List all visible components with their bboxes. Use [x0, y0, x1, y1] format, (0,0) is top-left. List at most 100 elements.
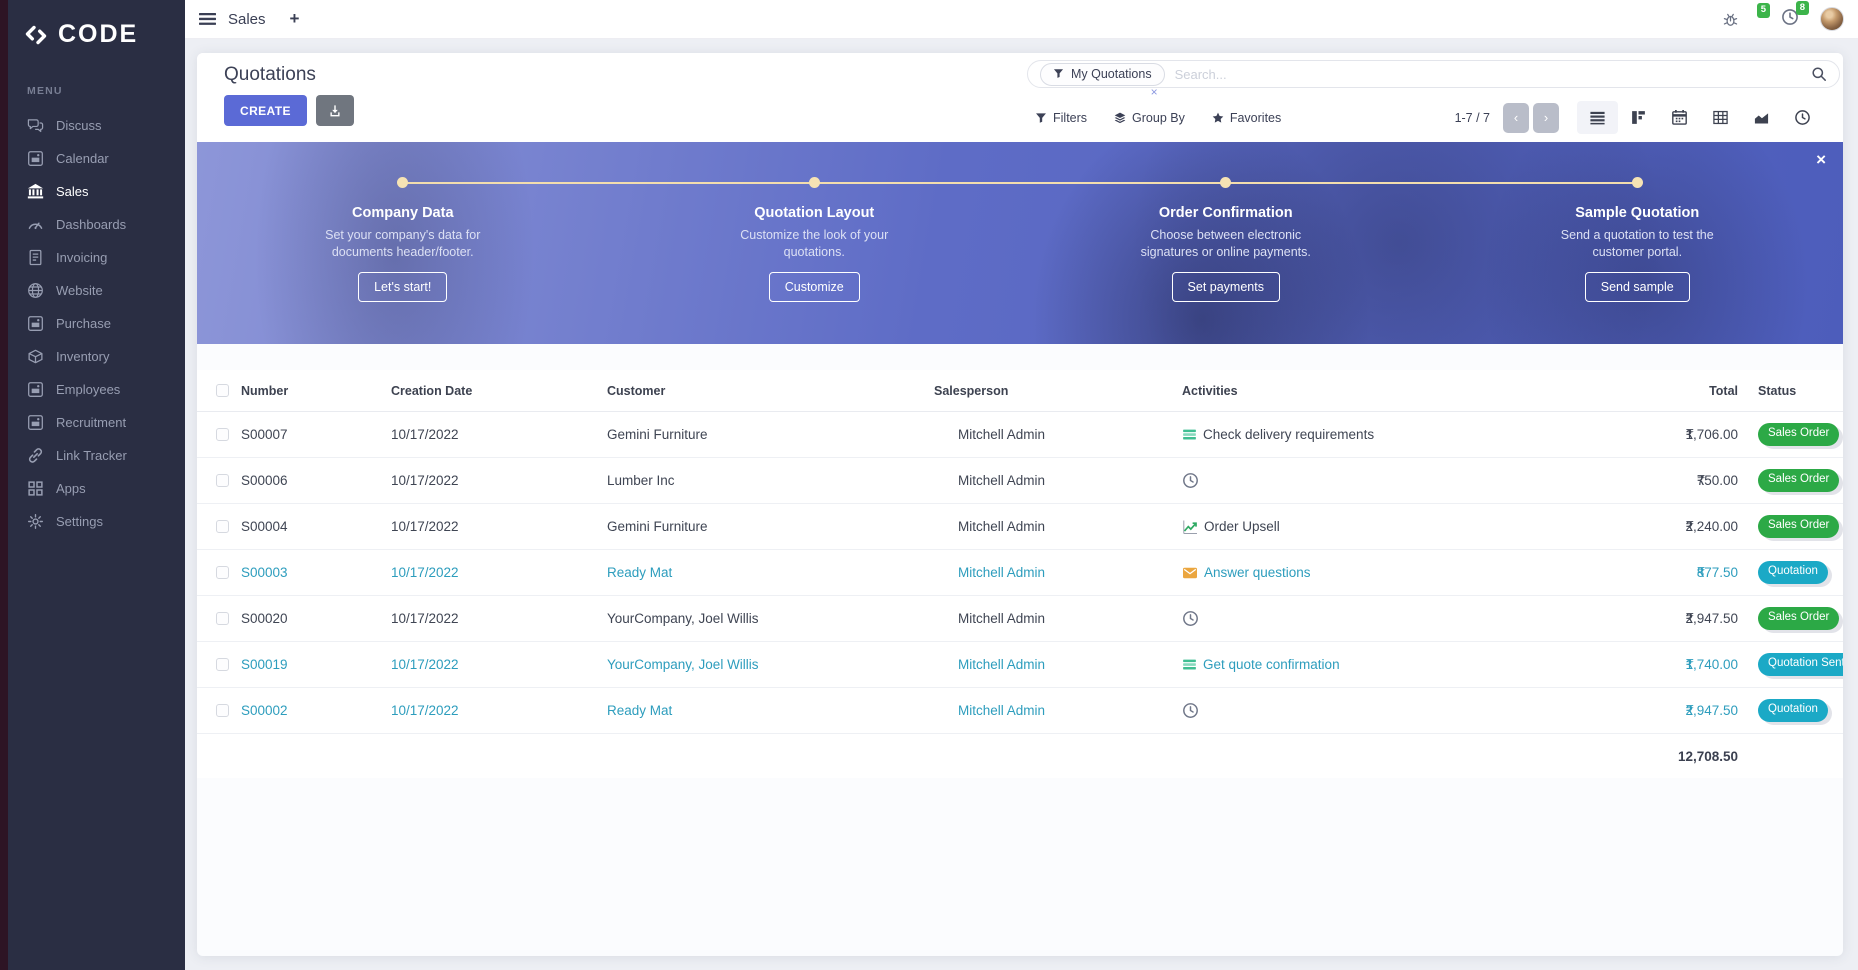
- view-switch-activity[interactable]: [1782, 101, 1823, 134]
- select-all-checkbox[interactable]: [216, 384, 229, 397]
- row-checkbox[interactable]: [216, 704, 229, 717]
- cell-activity[interactable]: [1182, 610, 1632, 627]
- image-icon: [27, 414, 44, 431]
- brand-logo[interactable]: CODE: [8, 0, 185, 49]
- globe-icon: [27, 282, 44, 299]
- tasks-icon: [1182, 657, 1197, 672]
- let-s-start-button[interactable]: Let's start!: [358, 272, 447, 302]
- pagination-next-button[interactable]: ›: [1533, 103, 1559, 133]
- quotations-table: NumberCreation DateCustomerSalespersonAc…: [197, 370, 1843, 778]
- view-switch-graph[interactable]: [1741, 101, 1782, 134]
- table-row[interactable]: S0000410/17/2022Gemini FurnitureMitchell…: [197, 504, 1843, 550]
- cell-activity[interactable]: Order Upsell: [1182, 519, 1632, 535]
- row-checkbox[interactable]: [216, 520, 229, 533]
- sidebar-item-calendar[interactable]: Calendar: [8, 142, 185, 175]
- magnifier-icon[interactable]: [1811, 66, 1827, 82]
- cell-customer: Gemini Furniture: [607, 427, 934, 442]
- cell-activity[interactable]: [1182, 702, 1632, 719]
- activity-clock-icon: [1182, 702, 1199, 719]
- user-avatar[interactable]: [1820, 7, 1844, 31]
- table-row[interactable]: S0001910/17/2022YourCompany, Joel Willis…: [197, 642, 1843, 688]
- set-payments-button[interactable]: Set payments: [1172, 272, 1280, 302]
- facet-remove-button[interactable]: ×: [1151, 86, 1158, 98]
- sidebar-item-label: Sales: [56, 184, 89, 199]
- export-button[interactable]: [316, 95, 354, 126]
- column-header-salesperson[interactable]: Salesperson: [934, 384, 1182, 398]
- activity-label: Get quote confirmation: [1203, 657, 1340, 672]
- sidebar-item-settings[interactable]: Settings: [8, 505, 185, 538]
- sidebar-item-inventory[interactable]: Inventory: [8, 340, 185, 373]
- create-button[interactable]: CREATE: [224, 95, 307, 126]
- search-input[interactable]: [1175, 67, 1811, 82]
- row-checkbox[interactable]: [216, 428, 229, 441]
- sidebar-item-purchase[interactable]: Purchase: [8, 307, 185, 340]
- cell-customer: YourCompany, Joel Willis: [607, 611, 934, 626]
- filters-button[interactable]: Filters: [1035, 111, 1087, 125]
- content-panel: Quotations CREATE My Quotations ×: [197, 53, 1843, 956]
- column-header-total[interactable]: Total: [1632, 384, 1742, 398]
- hamburger-menu-icon[interactable]: [199, 12, 216, 26]
- view-switch-kanban[interactable]: [1618, 101, 1659, 134]
- column-header-creation-date[interactable]: Creation Date: [391, 384, 607, 398]
- sidebar-item-dashboards[interactable]: Dashboards: [8, 208, 185, 241]
- sidebar-item-link-tracker[interactable]: Link Tracker: [8, 439, 185, 472]
- table-row[interactable]: S0000710/17/2022Gemini FurnitureMitchell…: [197, 412, 1843, 458]
- group-by-button[interactable]: Group By: [1114, 111, 1185, 125]
- sidebar-item-label: Employees: [56, 382, 120, 397]
- new-tab-button[interactable]: +: [290, 9, 300, 29]
- search-bar[interactable]: My Quotations ×: [1027, 60, 1840, 88]
- salesperson-avatar: [934, 702, 951, 719]
- column-header-number[interactable]: Number: [241, 384, 391, 398]
- step-description: Choose between electronic signatures or …: [1123, 227, 1328, 261]
- debug-bug-icon[interactable]: [1722, 11, 1739, 28]
- customize-button[interactable]: Customize: [769, 272, 860, 302]
- sidebar-item-recruitment[interactable]: Recruitment: [8, 406, 185, 439]
- row-checkbox[interactable]: [216, 658, 229, 671]
- view-switch-list[interactable]: [1577, 101, 1618, 134]
- search-facet[interactable]: My Quotations ×: [1040, 63, 1165, 86]
- tasks-icon: [1182, 427, 1197, 442]
- funnel-icon: [1035, 112, 1047, 124]
- favorites-button[interactable]: Favorites: [1212, 111, 1281, 125]
- cell-customer: Ready Mat: [607, 565, 934, 580]
- cell-total: ₹2,947.50: [1632, 611, 1742, 627]
- cell-status: Quotation Sent: [1742, 653, 1843, 676]
- table-row[interactable]: S0000210/17/2022Ready MatMitchell Admin₹…: [197, 688, 1843, 734]
- app-name[interactable]: Sales: [228, 11, 266, 28]
- row-checkbox[interactable]: [216, 566, 229, 579]
- column-header-status[interactable]: Status: [1742, 384, 1843, 398]
- cell-activity[interactable]: [1182, 472, 1632, 489]
- control-panel: Quotations CREATE My Quotations ×: [197, 53, 1843, 142]
- sidebar-item-discuss[interactable]: Discuss: [8, 109, 185, 142]
- send-sample-button[interactable]: Send sample: [1585, 272, 1690, 302]
- messages-count-badge: 5: [1757, 3, 1770, 18]
- cell-activity[interactable]: Check delivery requirements: [1182, 427, 1632, 442]
- sidebar-item-website[interactable]: Website: [8, 274, 185, 307]
- table-row[interactable]: S0000610/17/2022Lumber IncMitchell Admin…: [197, 458, 1843, 504]
- sidebar-item-invoicing[interactable]: Invoicing: [8, 241, 185, 274]
- cell-activity[interactable]: Get quote confirmation: [1182, 657, 1632, 672]
- table-footer-row: 12,708.50: [197, 734, 1843, 778]
- sidebar-item-label: Calendar: [56, 151, 109, 166]
- row-checkbox[interactable]: [216, 474, 229, 487]
- button-label: Filters: [1053, 111, 1087, 125]
- grid-icon: [27, 480, 44, 497]
- sidebar-item-employees[interactable]: Employees: [8, 373, 185, 406]
- column-header-activities[interactable]: Activities: [1182, 384, 1632, 398]
- pagination-prev-button[interactable]: ‹: [1503, 103, 1529, 133]
- view-switch-pivot[interactable]: [1700, 101, 1741, 134]
- row-checkbox[interactable]: [216, 612, 229, 625]
- sidebar-item-sales[interactable]: Sales: [8, 175, 185, 208]
- column-header-customer[interactable]: Customer: [607, 384, 934, 398]
- cell-activity[interactable]: Answer questions: [1182, 565, 1632, 581]
- activities-menu[interactable]: 8: [1781, 8, 1799, 31]
- table-row[interactable]: S0002010/17/2022YourCompany, Joel Willis…: [197, 596, 1843, 642]
- list-view-icon: [1589, 109, 1606, 126]
- layers-icon: [1114, 112, 1126, 124]
- sidebar-item-apps[interactable]: Apps: [8, 472, 185, 505]
- gauge-icon: [27, 216, 44, 233]
- table-row[interactable]: S0000310/17/2022Ready MatMitchell AdminA…: [197, 550, 1843, 596]
- step-title: Company Data: [197, 205, 609, 221]
- view-switch-calendar[interactable]: [1659, 101, 1700, 134]
- salesperson-avatar: [934, 472, 951, 489]
